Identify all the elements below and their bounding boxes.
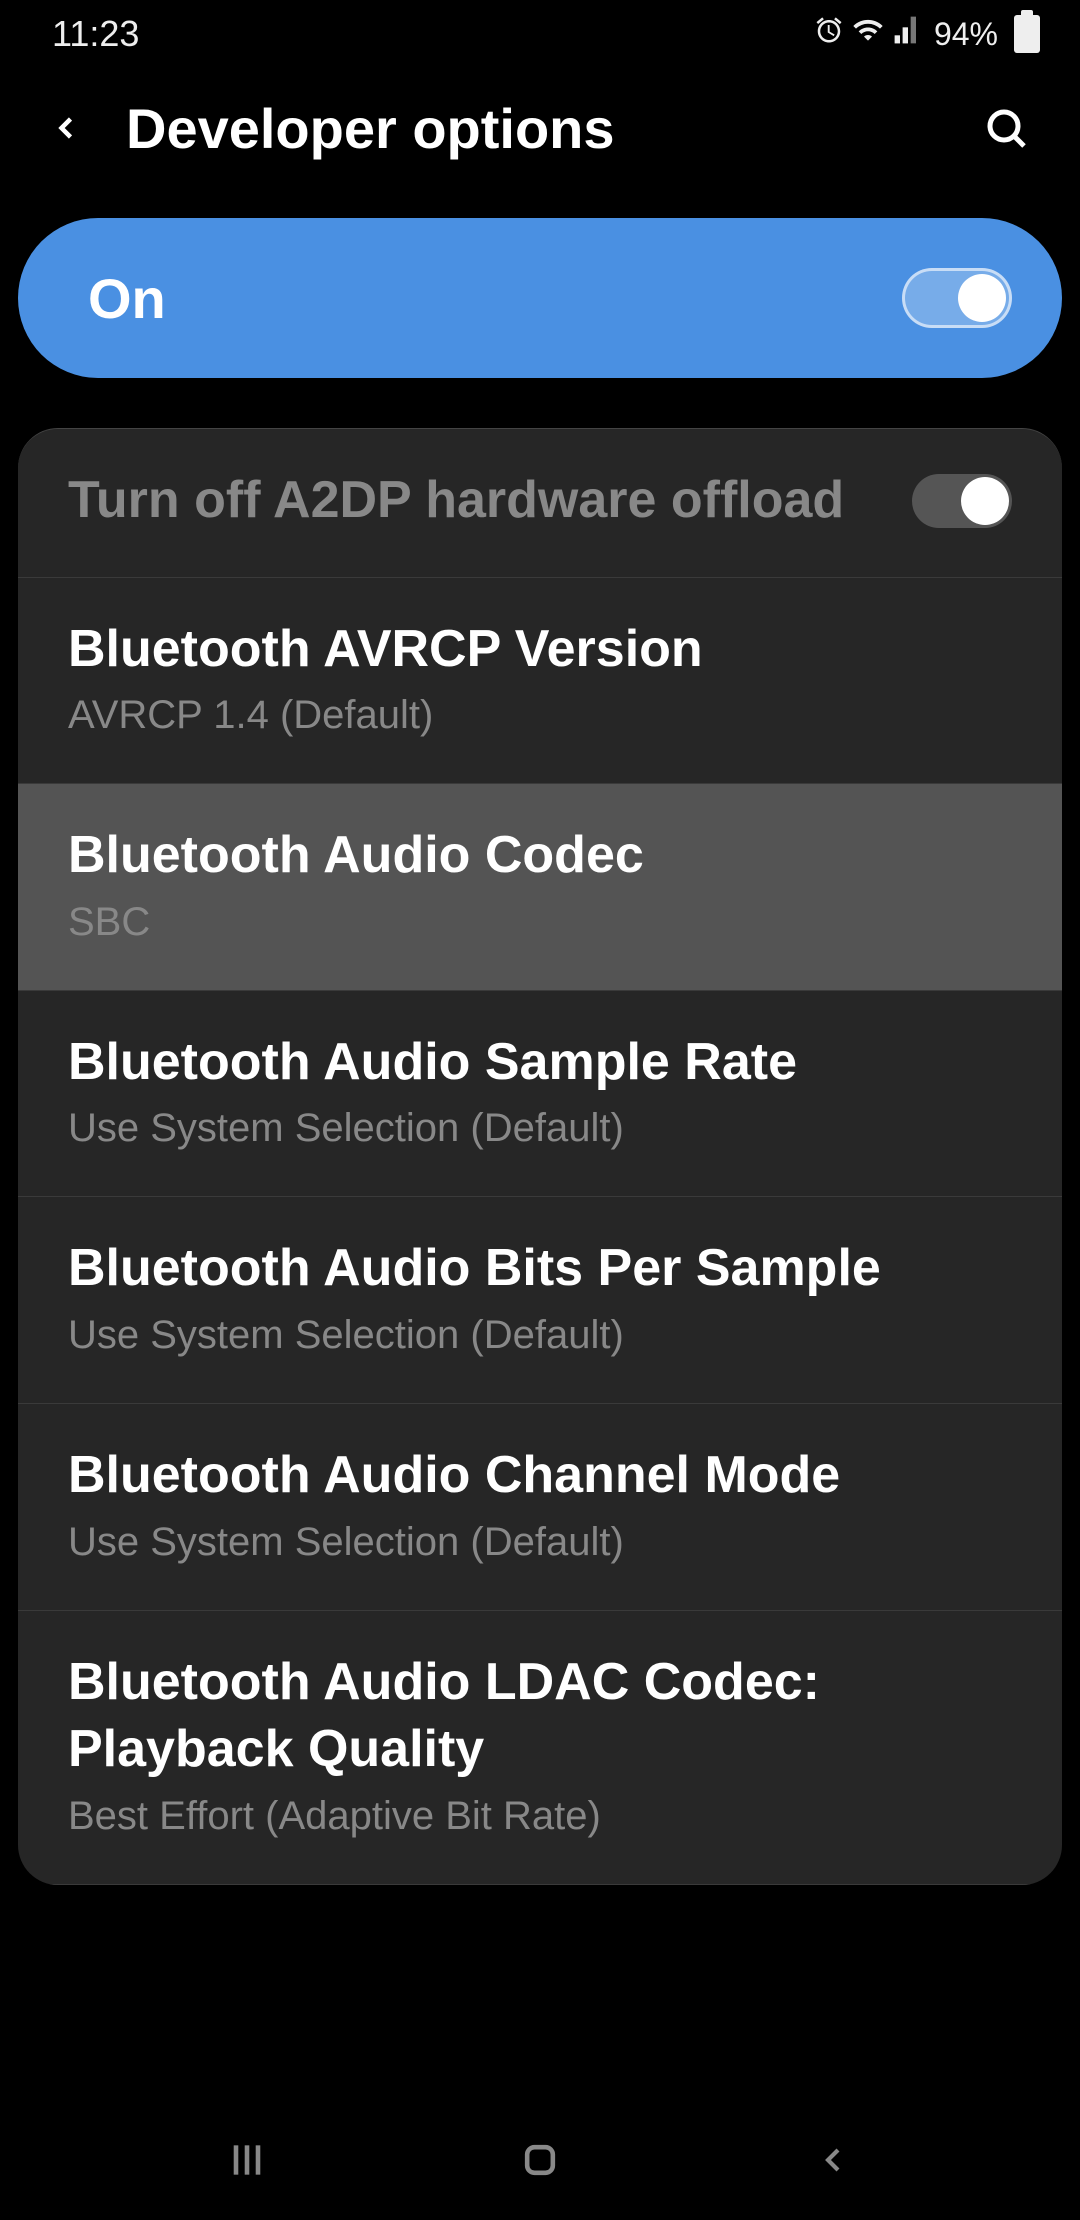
switch-thumb bbox=[958, 274, 1006, 322]
signal-icon bbox=[892, 14, 924, 54]
setting-bits-per-sample[interactable]: Bluetooth Audio Bits Per Sample Use Syst… bbox=[18, 1197, 1062, 1404]
setting-ldac-quality[interactable]: Bluetooth Audio LDAC Codec: Playback Qua… bbox=[18, 1611, 1062, 1885]
setting-title: Bluetooth Audio Sample Rate bbox=[68, 1029, 1012, 1097]
home-button[interactable] bbox=[510, 2130, 570, 2190]
status-bar: 11:23 94% bbox=[0, 0, 1080, 68]
setting-subtitle: Use System Selection (Default) bbox=[68, 1309, 1012, 1361]
a2dp-switch[interactable] bbox=[912, 474, 1012, 528]
wifi-icon bbox=[852, 14, 884, 54]
status-time: 11:23 bbox=[52, 13, 139, 55]
setting-subtitle: Best Effort (Adaptive Bit Rate) bbox=[68, 1790, 1012, 1842]
setting-title: Bluetooth Audio Bits Per Sample bbox=[68, 1235, 1012, 1303]
master-toggle-row[interactable]: On bbox=[18, 218, 1062, 378]
setting-a2dp-offload[interactable]: Turn off A2DP hardware offload bbox=[18, 429, 1062, 578]
search-icon bbox=[982, 104, 1030, 152]
setting-sample-rate[interactable]: Bluetooth Audio Sample Rate Use System S… bbox=[18, 991, 1062, 1198]
app-header: Developer options bbox=[0, 68, 1080, 188]
setting-subtitle: Use System Selection (Default) bbox=[68, 1102, 1012, 1154]
setting-subtitle: AVRCP 1.4 (Default) bbox=[68, 689, 1012, 741]
setting-title: Bluetooth Audio Codec bbox=[68, 822, 1012, 890]
recents-icon bbox=[225, 2138, 269, 2182]
page-title: Developer options bbox=[126, 96, 938, 161]
setting-subtitle: SBC bbox=[68, 896, 1012, 948]
battery-icon bbox=[1014, 15, 1040, 53]
setting-subtitle: Use System Selection (Default) bbox=[68, 1516, 1012, 1568]
status-icons-group bbox=[814, 14, 924, 54]
back-button[interactable] bbox=[46, 108, 86, 148]
battery-percentage: 94% bbox=[934, 16, 998, 53]
setting-title: Bluetooth Audio LDAC Codec: Playback Qua… bbox=[68, 1649, 1012, 1784]
search-button[interactable] bbox=[978, 100, 1034, 156]
status-right: 94% bbox=[814, 14, 1040, 54]
settings-list: Turn off A2DP hardware offload Bluetooth… bbox=[18, 428, 1062, 1885]
master-switch[interactable] bbox=[902, 268, 1012, 328]
setting-avrcp-version[interactable]: Bluetooth AVRCP Version AVRCP 1.4 (Defau… bbox=[18, 578, 1062, 785]
setting-title: Bluetooth Audio Channel Mode bbox=[68, 1442, 1012, 1510]
setting-audio-codec[interactable]: Bluetooth Audio Codec SBC bbox=[18, 784, 1062, 991]
setting-channel-mode[interactable]: Bluetooth Audio Channel Mode Use System … bbox=[18, 1404, 1062, 1611]
nav-back-button[interactable] bbox=[803, 2130, 863, 2190]
setting-title: Turn off A2DP hardware offload bbox=[68, 467, 882, 535]
recents-button[interactable] bbox=[217, 2130, 277, 2190]
chevron-left-icon bbox=[813, 2140, 853, 2180]
setting-title: Bluetooth AVRCP Version bbox=[68, 616, 1012, 684]
navigation-bar bbox=[0, 2100, 1080, 2220]
chevron-left-icon bbox=[48, 110, 84, 146]
home-icon bbox=[518, 2138, 562, 2182]
switch-thumb bbox=[961, 477, 1009, 525]
alarm-icon bbox=[814, 15, 844, 53]
master-toggle-label: On bbox=[88, 266, 166, 331]
